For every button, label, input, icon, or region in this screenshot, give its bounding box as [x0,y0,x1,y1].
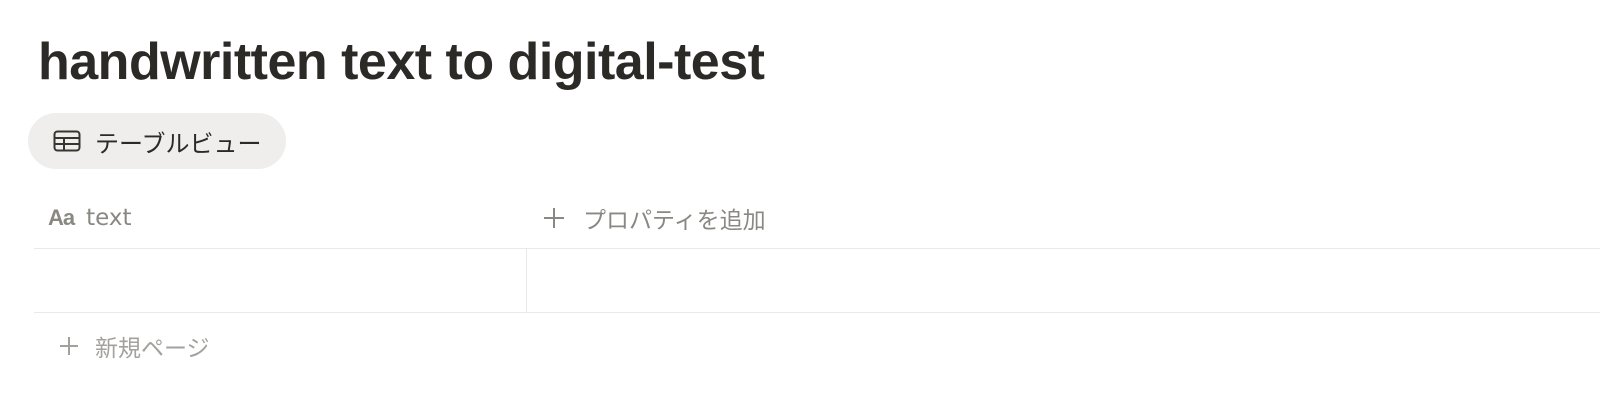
table-icon [53,129,81,153]
text-type-icon: Aa [48,205,75,230]
new-page-button[interactable]: 新規ページ [58,316,210,376]
column-header-label: text [86,205,132,231]
table-header-row: Aa text プロパティを追加 [34,188,1600,249]
new-page-label: 新規ページ [95,336,210,362]
database-table: Aa text プロパティを追加 新規ページ [34,188,1600,388]
add-property-label: プロパティを追加 [583,208,766,234]
table-cell-text[interactable] [34,248,527,312]
view-tab-table[interactable]: テーブルビュー [28,113,286,169]
column-header-text[interactable]: Aa text [48,188,132,248]
page-title[interactable]: handwritten text to digital-test [38,26,765,98]
database-page: handwritten text to digital-test テーブルビュー… [0,0,1600,404]
plus-icon [542,206,566,230]
table-cell-empty [527,248,1600,312]
view-tab-label: テーブルビュー [95,129,262,158]
add-property-button[interactable]: プロパティを追加 [542,188,766,248]
table-row [34,248,1600,313]
plus-icon [58,335,80,357]
